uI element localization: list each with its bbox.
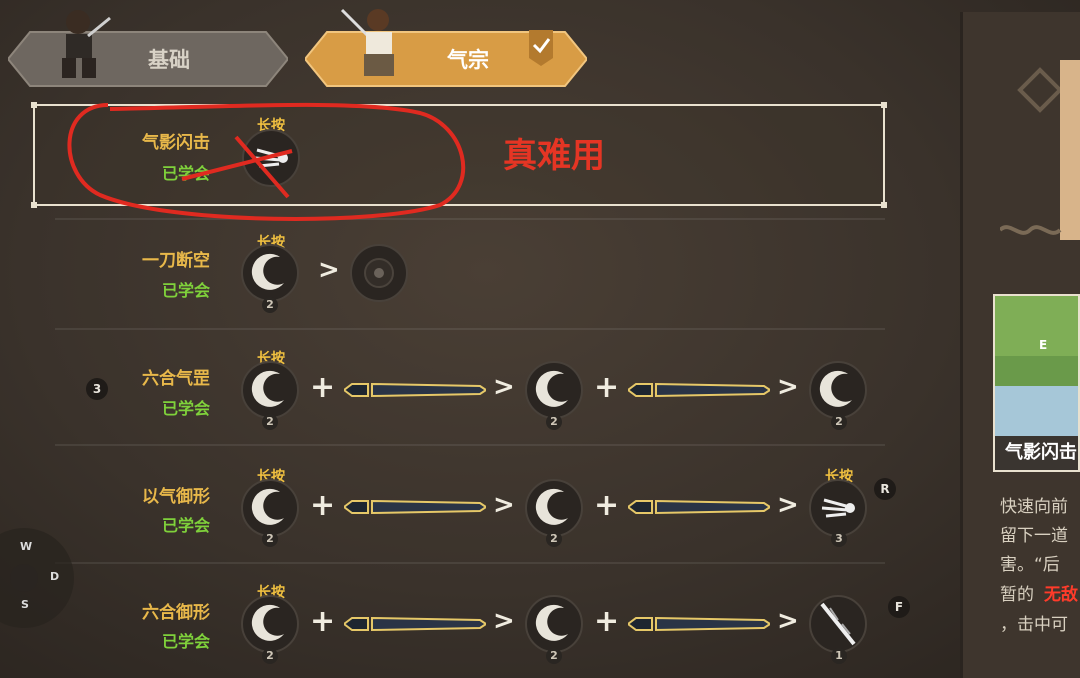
description-line: 快速向前: [1000, 497, 1068, 517]
description-line: 暂的: [1000, 585, 1034, 605]
panel-corner: [881, 202, 887, 208]
combo-arrow: >: [493, 490, 515, 520]
combo-count: 2: [262, 414, 278, 430]
crescent-slash-icon[interactable]: [240, 478, 300, 538]
description-line: 留下一道: [1000, 526, 1068, 546]
skill-status: 已学会: [161, 281, 210, 300]
combo-count: 2: [831, 414, 847, 430]
combo-plus: +: [310, 488, 336, 523]
dash-strike-icon[interactable]: [808, 478, 868, 538]
combo-arrow: >: [493, 372, 515, 402]
annotation-circle-marks: [67, 102, 466, 221]
panel-corner: [881, 102, 887, 108]
skill-status: 已学会: [161, 399, 210, 418]
joystick-key-right: D: [50, 570, 60, 583]
combo-arrow: >: [777, 490, 799, 520]
decorative-pattern: [1000, 60, 1080, 240]
panel-corner: [31, 202, 37, 208]
joystick-key-down: S: [21, 598, 29, 611]
sword-attack-icon: [628, 382, 770, 398]
combo-count: 1: [831, 648, 847, 664]
crescent-slash-icon[interactable]: [524, 478, 584, 538]
skill-name: 一刀断空: [142, 251, 210, 271]
panel-corner: [31, 102, 37, 108]
combo-plus: +: [310, 604, 336, 639]
crescent-slash-icon[interactable]: [524, 360, 584, 420]
character-portrait-qizong: [336, 4, 414, 84]
sword-attack-icon: [344, 382, 486, 398]
combo-arrow: >: [318, 255, 340, 285]
combo-count: 2: [262, 531, 278, 547]
key-hint-r: R: [874, 478, 896, 500]
crescent-slash-icon[interactable]: [240, 594, 300, 654]
row-divider: [55, 328, 885, 330]
sword-attack-icon: [628, 499, 770, 515]
skill-status: 已学会: [161, 516, 210, 535]
tab-basic-label: 基础: [148, 48, 190, 72]
crescent-slash-icon[interactable]: [808, 360, 868, 420]
skill-name: 六合御形: [142, 603, 210, 623]
selected-check-icon: [529, 30, 553, 66]
description-line: 害。“后: [1000, 555, 1060, 575]
crescent-slash-icon[interactable]: [240, 360, 300, 420]
description-highlight: 无敌: [1044, 585, 1078, 605]
character-portrait-basic: [48, 4, 114, 84]
combo-count: 2: [262, 648, 278, 664]
joystick-knob: [10, 564, 38, 592]
preview-title: 气影闪击: [995, 436, 1078, 470]
combo-count: 2: [546, 414, 562, 430]
preview-video[interactable]: E 气影闪击: [993, 294, 1080, 472]
sword-attack-icon: [628, 616, 770, 632]
combo-count: 3: [831, 531, 847, 547]
crescent-slash-icon[interactable]: [240, 243, 300, 303]
combo-count: 2: [262, 297, 278, 313]
combo-plus: +: [310, 370, 336, 405]
preview-sky: [995, 296, 1078, 356]
combo-plus: +: [594, 488, 620, 523]
sword-attack-icon: [344, 499, 486, 515]
combo-plus: +: [594, 370, 620, 405]
annotation-text: 真难用: [503, 136, 605, 176]
skill-name: 以气御形: [142, 487, 210, 507]
preview-key: E: [1039, 338, 1048, 352]
crescent-slash-icon[interactable]: [524, 594, 584, 654]
combo-arrow: >: [493, 606, 515, 636]
key-hint-f: F: [888, 596, 910, 618]
row-divider: [55, 562, 885, 564]
combo-arrow: >: [777, 606, 799, 636]
tab-qizong-label: 气宗: [447, 48, 489, 72]
combo-count: 2: [546, 648, 562, 664]
skill-status: 已学会: [161, 632, 210, 651]
empty-slot-icon: [350, 244, 408, 302]
skill-name: 六合气罡: [142, 369, 210, 389]
sword-thrust-icon[interactable]: [808, 594, 868, 654]
combo-arrow: >: [777, 372, 799, 402]
combo-count: 2: [546, 531, 562, 547]
description-line: ，击中可: [1000, 615, 1068, 635]
sword-attack-icon: [344, 616, 486, 632]
joystick-key-up: W: [20, 540, 33, 553]
combo-plus: +: [594, 604, 620, 639]
row-divider: [55, 444, 885, 446]
